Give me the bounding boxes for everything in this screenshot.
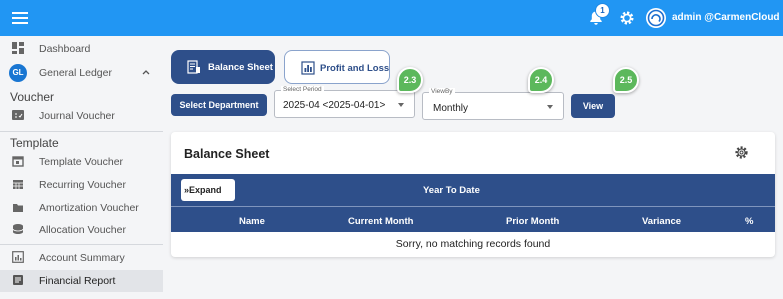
sidebar-item-template-voucher[interactable]: Template Voucher — [0, 151, 163, 173]
folder-icon — [13, 204, 23, 212]
empty-table-message: Sorry, no matching records found — [395, 238, 551, 250]
report-icon — [13, 275, 23, 285]
sidebar-item-financial-report[interactable]: Financial Report — [0, 270, 163, 292]
column-header-name[interactable]: Name — [239, 216, 265, 227]
step-callout-2-5: 2.5 — [613, 67, 639, 93]
dashboard-icon — [12, 42, 24, 54]
sidebar-item-label: General Ledger — [39, 67, 112, 79]
report-settings-gear-icon[interactable] — [734, 145, 749, 160]
sidebar-item-general-ledger[interactable]: GL General Ledger — [0, 62, 163, 84]
report-table-header: »Expand Year To Date Name Current Month … — [171, 174, 775, 232]
summary-chart-icon — [12, 251, 24, 263]
tab-label: Profit and Loss — [320, 63, 390, 74]
select-period-dropdown[interactable]: Select Period 2025-04 <2025-04-01> — [274, 86, 415, 118]
sidebar-item-amortization-voucher[interactable]: Amortization Voucher — [0, 197, 163, 219]
dropdown-caret-icon — [398, 103, 404, 107]
sidebar-item-recurring-voucher[interactable]: Recurring Voucher — [0, 174, 163, 196]
sidebar-item-allocation-voucher[interactable]: Allocation Voucher — [0, 219, 163, 241]
user-avatar[interactable] — [646, 8, 666, 28]
balance-sheet-icon — [187, 60, 200, 74]
notification-badge: 1 — [596, 4, 609, 17]
header-divider — [171, 206, 775, 207]
expand-button[interactable]: »Expand — [181, 179, 235, 201]
cloud-logo-icon — [647, 9, 665, 27]
template-section-heading: Template — [10, 136, 59, 150]
sidebar-item-dashboard[interactable]: Dashboard — [0, 38, 163, 60]
sidebar-item-label: Financial Report — [39, 275, 116, 287]
view-button[interactable]: View — [571, 94, 615, 118]
select-period-label: Select Period — [281, 86, 324, 93]
sidebar-divider — [0, 244, 163, 245]
profit-loss-icon — [301, 61, 315, 75]
sidebar-item-label: Journal Voucher — [39, 110, 115, 122]
chevron-up-icon[interactable] — [142, 68, 150, 76]
sidebar-item-label: Template Voucher — [39, 156, 124, 168]
sidebar-item-account-summary[interactable]: Account Summary — [0, 247, 163, 269]
user-label[interactable]: admin @CarmenCloud — [672, 12, 780, 23]
select-department-button[interactable]: Select Department — [171, 94, 267, 116]
sidebar-divider — [0, 131, 163, 132]
dropdown-caret-icon — [547, 105, 553, 109]
calendar-icon — [12, 156, 24, 167]
column-header-percent[interactable]: % — [745, 216, 753, 227]
viewby-value: Monthly — [433, 103, 469, 114]
sidebar: Dashboard GL General Ledger Voucher Jour… — [0, 36, 163, 299]
select-period-value: 2025-04 <2025-04-01> — [283, 100, 386, 111]
database-icon — [12, 224, 24, 234]
tab-label: Balance Sheet — [208, 62, 273, 73]
sidebar-item-label: Dashboard — [39, 43, 91, 55]
balance-sheet-report-card: Balance Sheet »Expand Year To Date Name … — [171, 132, 775, 257]
year-to-date-header: Year To Date — [423, 185, 480, 196]
sidebar-item-label: Allocation Voucher — [39, 224, 126, 236]
viewby-label: ViewBy — [429, 88, 455, 95]
column-header-variance[interactable]: Variance — [642, 216, 681, 227]
column-header-current-month[interactable]: Current Month — [348, 216, 413, 227]
top-app-bar: 1 admin @CarmenCloud — [0, 0, 783, 36]
calendar-grid-icon — [13, 180, 23, 189]
expand-label: Expand — [189, 185, 222, 195]
journal-icon — [12, 110, 24, 120]
sidebar-item-label: Account Summary — [39, 252, 125, 264]
sidebar-item-label: Amortization Voucher — [39, 202, 139, 214]
settings-gear-icon[interactable] — [619, 10, 635, 26]
tab-profit-and-loss[interactable]: Profit and Loss — [284, 50, 390, 84]
column-header-prior-month[interactable]: Prior Month — [506, 216, 559, 227]
step-callout-2-4: 2.4 — [528, 67, 554, 93]
sidebar-item-journal-voucher[interactable]: Journal Voucher — [0, 105, 163, 127]
report-title: Balance Sheet — [184, 147, 270, 161]
tab-balance-sheet[interactable]: Balance Sheet — [171, 50, 275, 84]
general-ledger-badge: GL — [9, 64, 27, 82]
viewby-dropdown[interactable]: ViewBy Monthly — [422, 88, 564, 120]
voucher-section-heading: Voucher — [10, 90, 55, 104]
sidebar-item-label: Recurring Voucher — [39, 179, 126, 191]
menu-icon[interactable] — [12, 12, 28, 24]
step-callout-2-3: 2.3 — [397, 67, 423, 93]
